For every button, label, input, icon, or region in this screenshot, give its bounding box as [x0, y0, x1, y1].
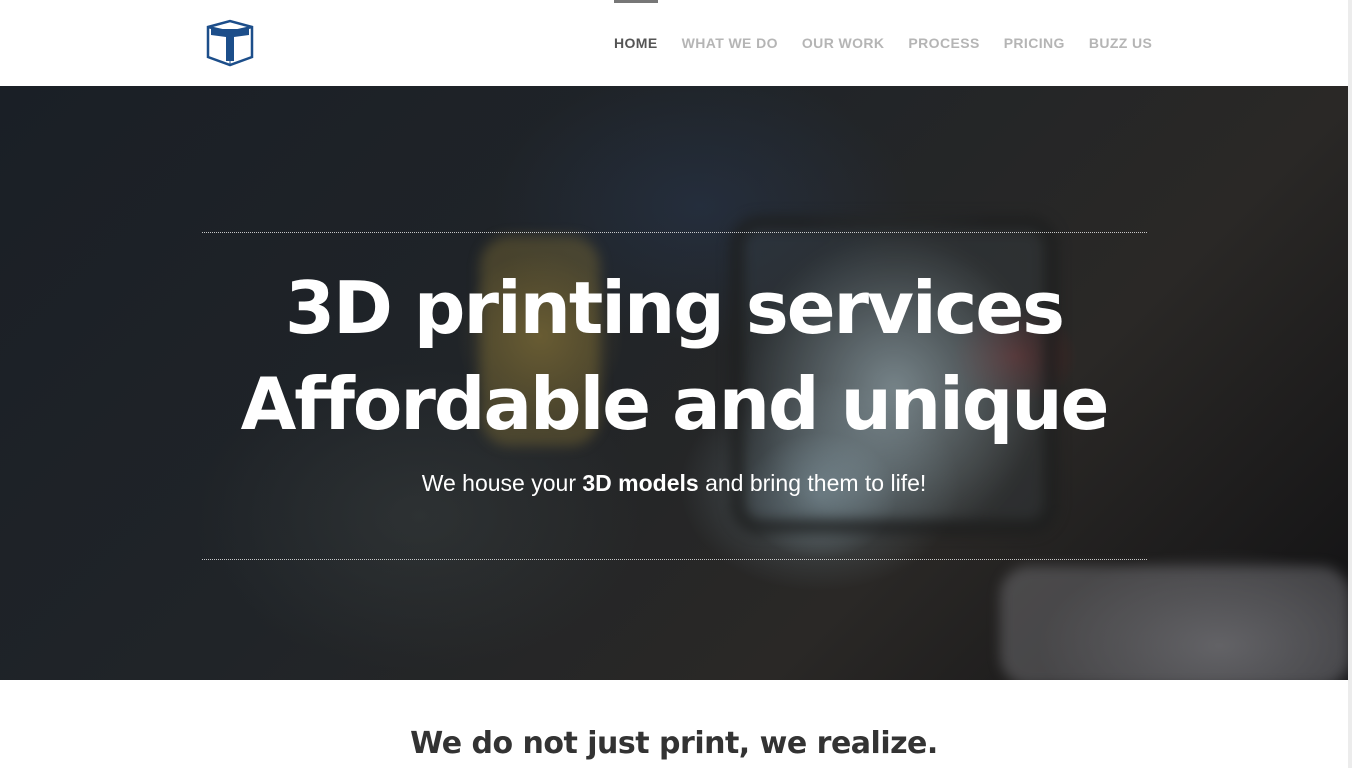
section-heading: We do not just print, we realize. — [410, 726, 938, 761]
hero-banner: 3D printing services Affordable and uniq… — [0, 86, 1348, 680]
nav-buzz-us[interactable]: BUZZ US — [1077, 0, 1164, 86]
cube-t-logo-icon — [206, 19, 254, 67]
site-header: HOME WHAT WE DO OUR WORK PROCESS PRICING… — [0, 0, 1352, 86]
main-nav: HOME WHAT WE DO OUR WORK PROCESS PRICING… — [602, 0, 1164, 86]
hero-bottom-divider — [202, 559, 1147, 560]
hero-top-divider — [202, 232, 1147, 233]
site-logo[interactable] — [205, 19, 255, 67]
hero-subtitle: We house your 3D models and bring them t… — [0, 470, 1348, 497]
nav-process[interactable]: PROCESS — [896, 0, 991, 86]
nav-our-work[interactable]: OUR WORK — [790, 0, 897, 86]
hero-title-line1: 3D printing services — [284, 266, 1065, 350]
page-scrollbar[interactable] — [1348, 0, 1352, 768]
hero-subtitle-text: We house your — [421, 470, 583, 496]
nav-home[interactable]: HOME — [602, 0, 670, 86]
nav-what-we-do[interactable]: WHAT WE DO — [670, 0, 790, 86]
hero-subtitle-emphasis: 3D models — [582, 470, 699, 496]
hero-title-line2: Affordable and unique — [240, 362, 1110, 446]
hero-background-detail — [1000, 566, 1348, 680]
nav-pricing[interactable]: PRICING — [992, 0, 1077, 86]
hero-subtitle-text: and bring them to life! — [698, 470, 927, 496]
